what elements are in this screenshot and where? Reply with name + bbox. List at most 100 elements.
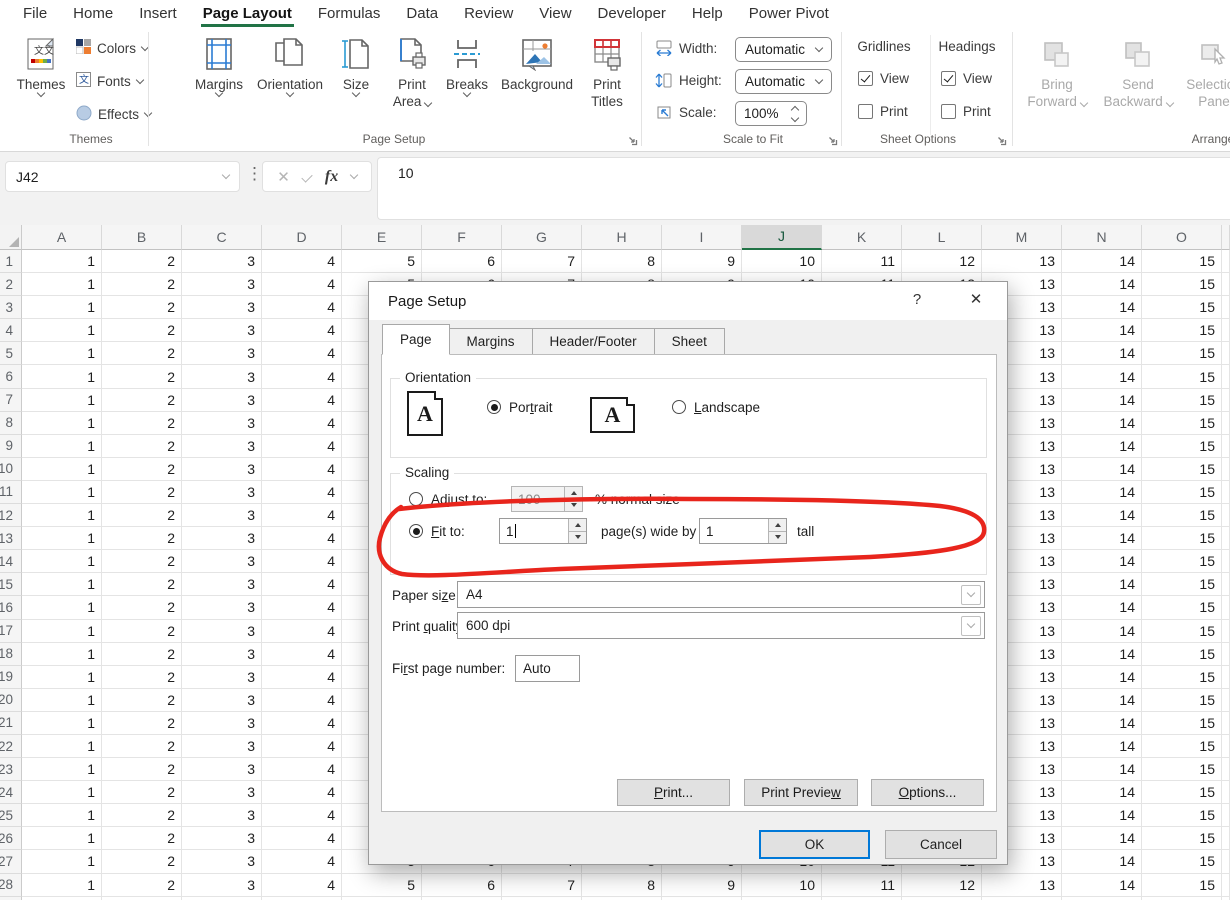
grid-cell[interactable]: 1 xyxy=(22,550,102,573)
grid-cell[interactable]: 15 xyxy=(1142,712,1222,735)
tab-margins[interactable]: Margins xyxy=(449,328,533,355)
grid-cell[interactable]: 15 xyxy=(1142,735,1222,758)
grid-cell[interactable]: 4 xyxy=(262,458,342,481)
grid-cell[interactable]: 15 xyxy=(1142,527,1222,550)
grid-row-header[interactable]: 18 xyxy=(0,643,22,666)
tab-header-footer[interactable]: Header/Footer xyxy=(532,328,655,355)
grid-cell[interactable]: 1 xyxy=(22,250,102,273)
grid-cell[interactable]: 13 xyxy=(982,874,1062,897)
grid-cell[interactable]: 14 xyxy=(1062,689,1142,712)
grid-row-header[interactable]: 21 xyxy=(0,712,22,735)
grid-cell[interactable]: 6 xyxy=(422,250,502,273)
grid-cell[interactable]: 10 xyxy=(742,250,822,273)
grid-cell[interactable]: 1 xyxy=(22,874,102,897)
print-button[interactable]: Print... xyxy=(617,779,730,806)
headings-view-checkbox[interactable]: View xyxy=(941,71,992,86)
grid-cell[interactable]: 1 xyxy=(22,527,102,550)
grid-cell[interactable]: 4 xyxy=(262,250,342,273)
grid-cell[interactable]: 2 xyxy=(102,897,182,900)
print-titles-button[interactable]: Print Titles xyxy=(580,33,634,110)
spin-down-icon[interactable] xyxy=(569,531,586,544)
margins-button[interactable]: Margins xyxy=(190,33,248,96)
grid-cell[interactable]: 2 xyxy=(102,850,182,873)
grid-cell[interactable]: 4 xyxy=(262,712,342,735)
gridlines-print-checkbox[interactable]: Print xyxy=(858,104,908,119)
grid-cell[interactable]: 14 xyxy=(1062,596,1142,619)
grid-column-header-j[interactable]: J xyxy=(742,225,822,250)
headings-print-checkbox[interactable]: Print xyxy=(941,104,991,119)
grid-cell-partial[interactable] xyxy=(1222,758,1230,781)
grid-cell[interactable]: 1 xyxy=(22,573,102,596)
grid-row-header[interactable]: 9 xyxy=(0,435,22,458)
grid-cell[interactable]: 4 xyxy=(262,689,342,712)
grid-cell[interactable]: 15 xyxy=(1142,319,1222,342)
grid-cell[interactable]: 14 xyxy=(1062,481,1142,504)
grid-cell-partial[interactable] xyxy=(1222,550,1230,573)
grid-cell[interactable]: 2 xyxy=(102,712,182,735)
grid-cell[interactable]: 14 xyxy=(1062,389,1142,412)
height-dropdown[interactable]: Automatic xyxy=(735,69,832,94)
grid-cell-partial[interactable] xyxy=(1222,666,1230,689)
menu-tab-insert[interactable]: Insert xyxy=(126,0,190,27)
grid-cell-partial[interactable] xyxy=(1222,620,1230,643)
grid-cell[interactable]: 2 xyxy=(102,435,182,458)
grid-cell[interactable]: 6 xyxy=(422,897,502,900)
grid-cell[interactable]: 14 xyxy=(1062,758,1142,781)
grid-row-header[interactable]: 29 xyxy=(0,897,22,900)
grid-cell[interactable]: 1 xyxy=(22,481,102,504)
grid-cell[interactable]: 11 xyxy=(822,897,902,900)
grid-cell[interactable]: 2 xyxy=(102,620,182,643)
grid-cell-partial[interactable] xyxy=(1222,412,1230,435)
landscape-radio[interactable] xyxy=(672,400,686,414)
grid-cell[interactable]: 3 xyxy=(182,504,262,527)
grid-cell[interactable]: 4 xyxy=(262,504,342,527)
grid-cell[interactable]: 4 xyxy=(262,342,342,365)
grid-row-header[interactable]: 20 xyxy=(0,689,22,712)
grid-row-header[interactable]: 14 xyxy=(0,550,22,573)
menu-tab-formulas[interactable]: Formulas xyxy=(305,0,394,27)
grid-cell[interactable]: 15 xyxy=(1142,620,1222,643)
grid-column-header-b[interactable]: B xyxy=(102,225,182,250)
grid-cell[interactable]: 3 xyxy=(182,435,262,458)
grid-cell[interactable]: 14 xyxy=(1062,643,1142,666)
grid-column-header-h[interactable]: H xyxy=(582,225,662,250)
fit-to-radio[interactable] xyxy=(409,524,423,538)
grid-cell[interactable]: 2 xyxy=(102,781,182,804)
spin-down-icon[interactable] xyxy=(565,499,582,512)
grid-cell-partial[interactable] xyxy=(1222,389,1230,412)
cancel-button[interactable]: Cancel xyxy=(885,830,997,859)
grid-cell[interactable]: 4 xyxy=(262,296,342,319)
grid-cell[interactable]: 2 xyxy=(102,481,182,504)
gridlines-view-checkbox[interactable]: View xyxy=(858,71,909,86)
menu-tab-help[interactable]: Help xyxy=(679,0,736,27)
menu-tab-home[interactable]: Home xyxy=(60,0,126,27)
grid-cell[interactable]: 14 xyxy=(1062,827,1142,850)
print-area-button[interactable]: Print Area xyxy=(385,33,439,110)
grid-cell[interactable]: 2 xyxy=(102,527,182,550)
grid-row-header[interactable]: 28 xyxy=(0,874,22,897)
grid-cell[interactable]: 4 xyxy=(262,319,342,342)
grid-cell[interactable]: 7 xyxy=(502,250,582,273)
grid-row-header[interactable]: 25 xyxy=(0,804,22,827)
grid-column-header-l[interactable]: L xyxy=(902,225,982,250)
grid-cell-partial[interactable] xyxy=(1222,273,1230,296)
grid-cell[interactable]: 2 xyxy=(102,874,182,897)
grid-cell[interactable]: 2 xyxy=(102,365,182,388)
grid-cell[interactable]: 1 xyxy=(22,804,102,827)
grid-cell[interactable]: 1 xyxy=(22,389,102,412)
grid-cell[interactable]: 2 xyxy=(102,573,182,596)
grid-cell[interactable]: 15 xyxy=(1142,689,1222,712)
grid-row-header[interactable]: 19 xyxy=(0,666,22,689)
grid-cell[interactable]: 3 xyxy=(182,458,262,481)
grid-cell-partial[interactable] xyxy=(1222,874,1230,897)
insert-function-icon[interactable]: fx xyxy=(325,168,338,186)
grid-cell[interactable]: 14 xyxy=(1062,412,1142,435)
grid-cell[interactable]: 7 xyxy=(502,897,582,900)
orientation-button[interactable]: Orientation xyxy=(254,33,326,96)
grid-cell[interactable]: 14 xyxy=(1062,781,1142,804)
menu-tab-data[interactable]: Data xyxy=(393,0,451,27)
grid-cell[interactable]: 1 xyxy=(22,758,102,781)
paper-size-dropdown[interactable]: A4 xyxy=(457,581,985,608)
grid-cell-partial[interactable] xyxy=(1222,458,1230,481)
grid-row-header[interactable]: 5 xyxy=(0,342,22,365)
